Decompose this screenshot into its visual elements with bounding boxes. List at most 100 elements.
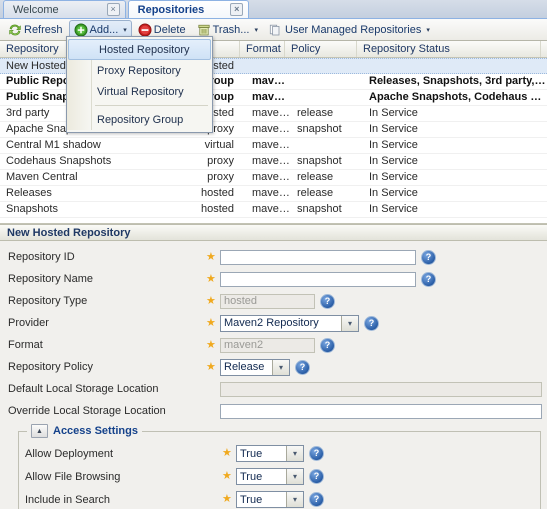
cell-policy: release: [297, 107, 334, 119]
refresh-button[interactable]: Refresh: [3, 20, 68, 40]
menu-item-hosted-repository[interactable]: Hosted Repository: [68, 39, 211, 60]
label-include-in-search: Include in Search: [25, 493, 110, 506]
input-repository-id[interactable]: [220, 249, 416, 265]
cell-status: In Service: [369, 123, 418, 135]
table-row[interactable]: Maven Central proxy maven2 release In Servic…: [0, 170, 547, 186]
chevron-down-icon[interactable]: ▾: [286, 492, 303, 507]
cell-policy: snapshot: [297, 155, 342, 167]
access-row-allow-deployment: Allow Deployment ★ True ▾?: [19, 442, 540, 465]
add-label: Add...: [89, 23, 119, 36]
required-star-icon: ★: [206, 250, 216, 263]
column-header-policy[interactable]: Policy: [285, 41, 357, 57]
help-icon[interactable]: ?: [309, 469, 324, 484]
access-settings-title: Access Settings: [53, 425, 138, 437]
label-default-local-storage-location: Default Local Storage Location: [8, 383, 159, 395]
cell-policy: release: [297, 171, 334, 183]
cell-status: Apache Snapshots, Codehaus Snaps...: [369, 91, 547, 103]
select-allow-file-browsing[interactable]: True ▾: [236, 468, 304, 485]
label-repository-name: Repository Name: [8, 273, 93, 285]
select-repository-policy[interactable]: Release ▾: [220, 358, 290, 376]
select-include-in-search[interactable]: True ▾: [236, 491, 304, 508]
form-title: New Hosted Repository: [0, 224, 547, 241]
chevron-down-icon[interactable]: ▾: [286, 469, 303, 484]
required-star-icon: ★: [222, 470, 232, 482]
menu-item-repository-group[interactable]: Repository Group: [67, 109, 212, 130]
help-icon[interactable]: ?: [320, 293, 335, 309]
new-hosted-repository-form: New Hosted Repository Repository ID ★? Rep…: [0, 224, 547, 509]
chevron-down-icon[interactable]: ▾: [272, 359, 289, 375]
access-settings-rows: Allow Deployment ★ True ▾? Allow File Browsi…: [19, 442, 540, 509]
cell-policy: snapshot: [297, 123, 342, 135]
access-row-allow-file-browsing: Allow File Browsing ★ True ▾?: [19, 465, 540, 488]
form-row-repository-id: Repository ID ★?: [0, 246, 547, 268]
application-window: Welcome × Repositories × Refresh Add... …: [0, 0, 547, 509]
form-row-default-local-storage-location: Default Local Storage Location ★: [0, 378, 547, 400]
menu-item-proxy-repository[interactable]: Proxy Repository: [67, 60, 212, 81]
form-row-repository-policy: Repository Policy ★ Release ▾?: [0, 356, 547, 378]
menu-item-virtual-repository[interactable]: Virtual Repository: [67, 81, 212, 102]
form-fields: Repository ID ★? Repository Name ★? Reposito…: [0, 241, 547, 422]
collapse-icon[interactable]: ▲: [31, 424, 48, 438]
table-row[interactable]: Releases hosted maven2 release In Service: [0, 186, 547, 202]
tab-welcome[interactable]: Welcome ×: [3, 0, 126, 18]
star-placeholder: ★: [206, 406, 220, 417]
user-managed-repositories-button[interactable]: User Managed Repositories ▾: [264, 20, 435, 40]
close-icon[interactable]: ×: [106, 3, 120, 16]
input-repository-name[interactable]: [220, 271, 416, 287]
help-icon[interactable]: ?: [295, 359, 310, 375]
close-icon[interactable]: ×: [230, 3, 244, 16]
form-row-provider: Provider ★ Maven2 Repository ▾?: [0, 312, 547, 334]
cell-format: maven2: [252, 171, 291, 183]
input-repository-type: [220, 293, 315, 309]
trash-label: Trash...: [212, 23, 250, 36]
help-icon[interactable]: ?: [309, 446, 324, 461]
access-row-include-in-search: Include in Search ★ True ▾?: [19, 488, 540, 509]
chevron-down-icon: ▾: [123, 26, 127, 34]
column-header-format[interactable]: Format: [240, 41, 285, 57]
cell-format: maven1: [252, 139, 291, 151]
cell-format: maven2: [252, 91, 291, 103]
cell-format: maven2: [252, 187, 291, 199]
label-repository-id: Repository ID: [8, 251, 75, 263]
input-override-local-storage-location[interactable]: [220, 403, 542, 419]
cell-format: maven2: [252, 123, 291, 135]
cell-policy: snapshot: [297, 203, 342, 215]
cell-repository: Snapshots: [6, 203, 58, 215]
required-star-icon: ★: [222, 493, 232, 505]
select-allow-deployment[interactable]: True ▾: [236, 445, 304, 462]
help-icon[interactable]: ?: [364, 315, 379, 331]
cell-repository: Maven Central: [6, 171, 78, 183]
table-row[interactable]: Codehaus Snapshots proxy maven2 snapshot In …: [0, 154, 547, 170]
cell-status: Releases, Snapshots, 3rd party, Mav...: [369, 75, 547, 87]
table-row[interactable]: Snapshots hosted maven2 snapshot In Service: [0, 202, 547, 218]
label-override-local-storage-location: Override Local Storage Location: [8, 405, 166, 417]
selected-value: True: [240, 447, 263, 460]
cell-status: In Service: [369, 139, 418, 151]
copy-pages-icon: [269, 23, 283, 37]
select-provider[interactable]: Maven2 Repository ▾: [220, 314, 359, 332]
help-icon[interactable]: ?: [421, 249, 436, 265]
help-icon[interactable]: ?: [309, 492, 324, 507]
required-star-icon: ★: [206, 360, 216, 373]
cell-status: In Service: [369, 203, 418, 215]
menu-separator: [95, 105, 208, 106]
tab-welcome-label: Welcome: [13, 3, 59, 16]
label-repository-policy: Repository Policy: [8, 361, 93, 373]
cell-status: In Service: [369, 155, 418, 167]
tab-repositories[interactable]: Repositories ×: [127, 0, 250, 18]
chevron-down-icon: ▾: [426, 26, 430, 34]
help-icon[interactable]: ?: [320, 337, 335, 353]
input-default-local-storage-location: [220, 381, 542, 397]
help-icon[interactable]: ?: [421, 271, 436, 287]
chevron-down-icon[interactable]: ▾: [286, 446, 303, 461]
refresh-label: Refresh: [24, 23, 63, 36]
cell-type: hosted: [200, 203, 234, 215]
column-header-repository-status[interactable]: Repository Status: [357, 41, 541, 57]
cell-type: virtual: [204, 139, 234, 151]
chevron-down-icon[interactable]: ▾: [341, 315, 358, 331]
selected-value: True: [240, 470, 263, 483]
table-row[interactable]: Central M1 shadow virtual maven1 In Service: [0, 138, 547, 154]
add-icon: [74, 23, 88, 37]
form-row-override-local-storage-location: Override Local Storage Location ★: [0, 400, 547, 422]
form-row-repository-name: Repository Name ★?: [0, 268, 547, 290]
